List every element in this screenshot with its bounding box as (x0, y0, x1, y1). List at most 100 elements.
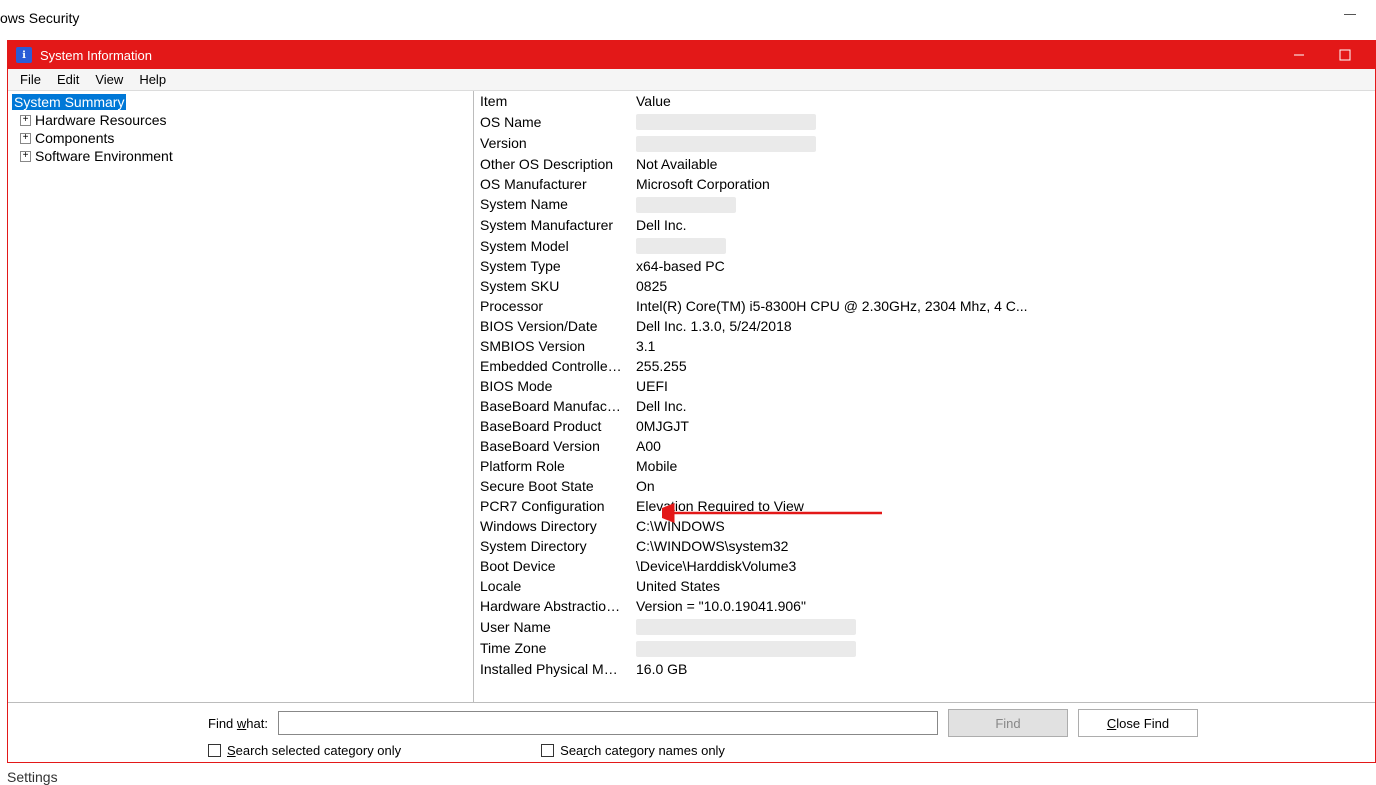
table-row[interactable]: Hardware Abstraction L...Version = "10.0… (474, 596, 1375, 616)
value-cell: 16.0 GB (630, 659, 1375, 679)
maximize-button[interactable] (1323, 41, 1367, 69)
table-row[interactable]: System SKU0825 (474, 276, 1375, 296)
close-find-button[interactable]: Close Find (1078, 709, 1198, 737)
table-row[interactable]: OS Name (474, 111, 1375, 132)
table-row[interactable]: System Name (474, 194, 1375, 215)
value-cell: Elevation Required to View (630, 496, 1375, 516)
value-cell: Dell Inc. 1.3.0, 5/24/2018 (630, 316, 1375, 336)
table-row[interactable]: Boot Device\Device\HarddiskVolume3 (474, 556, 1375, 576)
redacted-value (636, 619, 856, 635)
redacted-value (636, 197, 736, 213)
checkbox-label: Search category names only (560, 743, 725, 758)
tree-node[interactable]: + Software Environment (12, 147, 469, 165)
item-cell: System Model (474, 235, 630, 256)
menu-view[interactable]: View (87, 70, 131, 89)
table-row[interactable]: Installed Physical Mem...16.0 GB (474, 659, 1375, 679)
table-row[interactable]: Time Zone (474, 637, 1375, 658)
item-cell: OS Manufacturer (474, 174, 630, 194)
search-selected-category-checkbox[interactable]: Search selected category only (208, 743, 401, 758)
table-row[interactable]: System Typex64-based PC (474, 256, 1375, 276)
menu-edit[interactable]: Edit (49, 70, 87, 89)
table-row[interactable]: User Name (474, 616, 1375, 637)
value-cell (630, 194, 1375, 215)
item-cell: Locale (474, 576, 630, 596)
table-row[interactable]: Secure Boot StateOn (474, 476, 1375, 496)
table-row[interactable]: PCR7 ConfigurationElevation Required to … (474, 496, 1375, 516)
item-cell: Boot Device (474, 556, 630, 576)
value-cell: Dell Inc. (630, 396, 1375, 416)
table-row[interactable]: System Model (474, 235, 1375, 256)
table-row[interactable]: OS ManufacturerMicrosoft Corporation (474, 174, 1375, 194)
table-row[interactable]: SMBIOS Version3.1 (474, 336, 1375, 356)
item-cell: System SKU (474, 276, 630, 296)
value-cell: Microsoft Corporation (630, 174, 1375, 194)
value-cell: UEFI (630, 376, 1375, 396)
header-value[interactable]: Value (630, 91, 1375, 111)
table-row[interactable]: BIOS Version/DateDell Inc. 1.3.0, 5/24/2… (474, 316, 1375, 336)
titlebar[interactable]: ℹ System Information (8, 41, 1375, 69)
window-title: System Information (40, 48, 1277, 63)
item-cell: BaseBoard Product (474, 416, 630, 436)
header-item[interactable]: Item (474, 91, 630, 111)
item-cell: Secure Boot State (474, 476, 630, 496)
details-pane[interactable]: Item Value OS NameVersionOther OS Descri… (474, 91, 1375, 702)
value-cell: 255.255 (630, 356, 1375, 376)
value-cell: Intel(R) Core(TM) i5-8300H CPU @ 2.30GHz… (630, 296, 1375, 316)
table-row[interactable]: Version (474, 132, 1375, 153)
table-row[interactable]: LocaleUnited States (474, 576, 1375, 596)
find-button[interactable]: Find (948, 709, 1068, 737)
table-row[interactable]: Platform RoleMobile (474, 456, 1375, 476)
table-row[interactable]: Other OS DescriptionNot Available (474, 154, 1375, 174)
menu-file[interactable]: File (12, 70, 49, 89)
value-cell (630, 637, 1375, 658)
value-cell: Version = "10.0.19041.906" (630, 596, 1375, 616)
value-cell: Mobile (630, 456, 1375, 476)
tree-label: Components (35, 130, 114, 146)
value-cell: On (630, 476, 1375, 496)
expand-icon[interactable]: + (20, 133, 31, 144)
table-row[interactable]: System ManufacturerDell Inc. (474, 215, 1375, 235)
table-row[interactable]: BaseBoard Product0MJGJT (474, 416, 1375, 436)
category-tree[interactable]: System Summary +Hardware Resources+Compo… (8, 91, 474, 702)
item-cell: Processor (474, 296, 630, 316)
checkbox-icon (541, 744, 554, 757)
redacted-value (636, 136, 816, 152)
background-minimize-hint (1344, 14, 1356, 15)
table-row[interactable]: BaseBoard VersionA00 (474, 436, 1375, 456)
expand-icon[interactable]: + (20, 115, 31, 126)
find-what-label: Find what: (208, 716, 268, 731)
search-category-names-checkbox[interactable]: Search category names only (541, 743, 725, 758)
tree-label: Software Environment (35, 148, 173, 164)
checkbox-icon (208, 744, 221, 757)
table-row[interactable]: Windows DirectoryC:\WINDOWS (474, 516, 1375, 536)
value-cell: C:\WINDOWS\system32 (630, 536, 1375, 556)
table-row[interactable]: System DirectoryC:\WINDOWS\system32 (474, 536, 1375, 556)
details-table: Item Value OS NameVersionOther OS Descri… (474, 91, 1375, 679)
tree-label: System Summary (12, 94, 126, 110)
tree-root-system-summary[interactable]: System Summary (12, 93, 469, 111)
find-what-input[interactable] (278, 711, 938, 735)
item-cell: User Name (474, 616, 630, 637)
redacted-value (636, 114, 816, 130)
table-row[interactable]: BaseBoard ManufacturerDell Inc. (474, 396, 1375, 416)
background-settings-fragment: Settings (7, 769, 58, 785)
tree-node[interactable]: + Components (12, 129, 469, 147)
item-cell: Platform Role (474, 456, 630, 476)
item-cell: Installed Physical Mem... (474, 659, 630, 679)
checkbox-label: Search selected category only (227, 743, 401, 758)
table-row[interactable]: ProcessorIntel(R) Core(TM) i5-8300H CPU … (474, 296, 1375, 316)
value-cell (630, 616, 1375, 637)
value-cell: C:\WINDOWS (630, 516, 1375, 536)
item-cell: Other OS Description (474, 154, 630, 174)
minimize-button[interactable] (1277, 41, 1321, 69)
table-row[interactable]: BIOS ModeUEFI (474, 376, 1375, 396)
value-cell: 0MJGJT (630, 416, 1375, 436)
menu-help[interactable]: Help (131, 70, 174, 89)
tree-node[interactable]: +Hardware Resources (12, 111, 469, 129)
value-cell: 0825 (630, 276, 1375, 296)
value-cell: United States (630, 576, 1375, 596)
expand-icon[interactable]: + (20, 151, 31, 162)
item-cell: BaseBoard Manufacturer (474, 396, 630, 416)
item-cell: System Name (474, 194, 630, 215)
table-row[interactable]: Embedded Controller V...255.255 (474, 356, 1375, 376)
